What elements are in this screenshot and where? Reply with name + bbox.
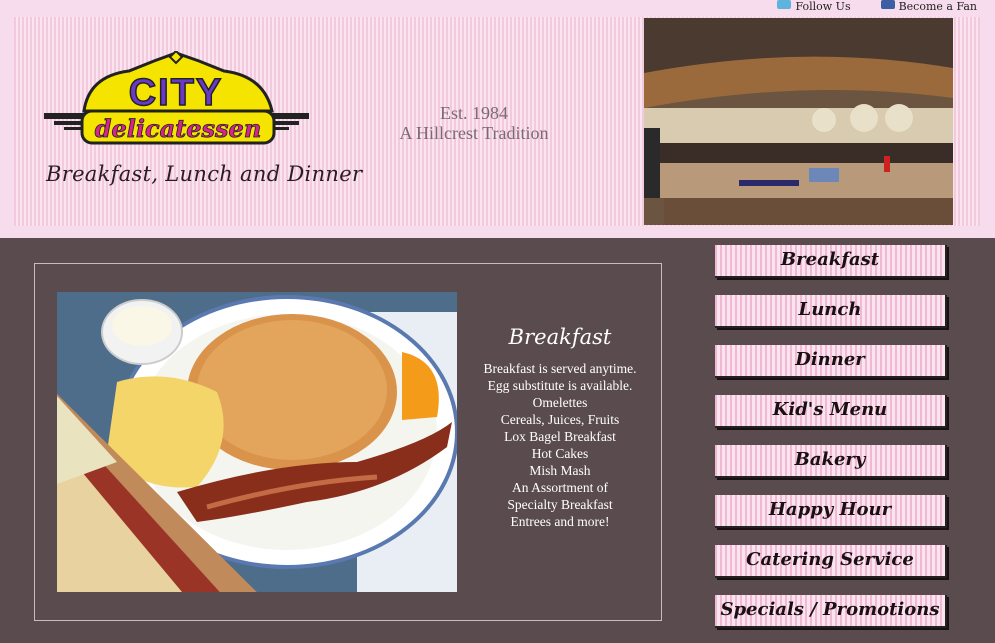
menu-description: Breakfast Breakfast is served anytime. E… — [475, 324, 645, 530]
breakfast-food-photo — [57, 292, 457, 592]
main-content: Breakfast Breakfast is served anytime. E… — [0, 238, 995, 643]
nav-lunch-button[interactable]: Lunch — [715, 295, 947, 328]
section-title: Breakfast — [508, 325, 612, 349]
desc-line: Hot Cakes — [531, 446, 589, 461]
social-links: Follow Us Become a Fan — [777, 0, 977, 14]
desc-line: Mish Mash — [529, 463, 591, 478]
follow-us-link[interactable]: Follow Us — [777, 0, 851, 14]
desc-line: Cereals, Juices, Fruits — [500, 412, 620, 427]
header-banner: delicatessen CITY Breakfast, Lunch and D… — [14, 17, 980, 226]
twitter-icon — [777, 0, 792, 9]
menu-nav: Breakfast Lunch Dinner Kid's Menu Bakery… — [715, 245, 950, 643]
city-deli-logo[interactable]: delicatessen CITY — [44, 51, 309, 151]
svg-text:CITY: CITY — [129, 72, 224, 114]
desc-line: Entrees and more! — [510, 514, 610, 529]
desc-line: Breakfast is served anytime. — [483, 361, 637, 376]
desc-line: An Assortment of — [512, 480, 608, 495]
content-frame: Breakfast Breakfast is served anytime. E… — [34, 263, 662, 621]
desc-line: Lox Bagel Breakfast — [504, 429, 616, 444]
restaurant-interior-photo — [644, 18, 953, 225]
desc-line: Specialty Breakfast — [507, 497, 613, 512]
become-fan-link[interactable]: Become a Fan — [880, 0, 977, 14]
est-tradition: A Hillcrest Tradition — [399, 123, 549, 143]
nav-catering-button[interactable]: Catering Service — [715, 545, 947, 578]
nav-bakery-button[interactable]: Bakery — [715, 445, 947, 478]
nav-breakfast-button[interactable]: Breakfast — [715, 245, 947, 278]
tagline: Breakfast, Lunch and Dinner — [46, 162, 363, 186]
facebook-icon — [880, 0, 895, 9]
nav-specials-button[interactable]: Specials / Promotions — [715, 595, 947, 628]
desc-line: Omelettes — [532, 395, 588, 410]
nav-kids-menu-button[interactable]: Kid's Menu — [715, 395, 947, 428]
est-year: Est. 1984 — [439, 103, 508, 123]
nav-happy-hour-button[interactable]: Happy Hour — [715, 495, 947, 528]
follow-us-label: Follow Us — [795, 0, 851, 13]
established-text: Est. 1984 A Hillcrest Tradition — [379, 103, 569, 143]
desc-line: Egg substitute is available. — [487, 378, 633, 393]
nav-dinner-button[interactable]: Dinner — [715, 345, 947, 378]
svg-text:delicatessen: delicatessen — [95, 114, 262, 143]
become-fan-label: Become a Fan — [898, 0, 977, 13]
